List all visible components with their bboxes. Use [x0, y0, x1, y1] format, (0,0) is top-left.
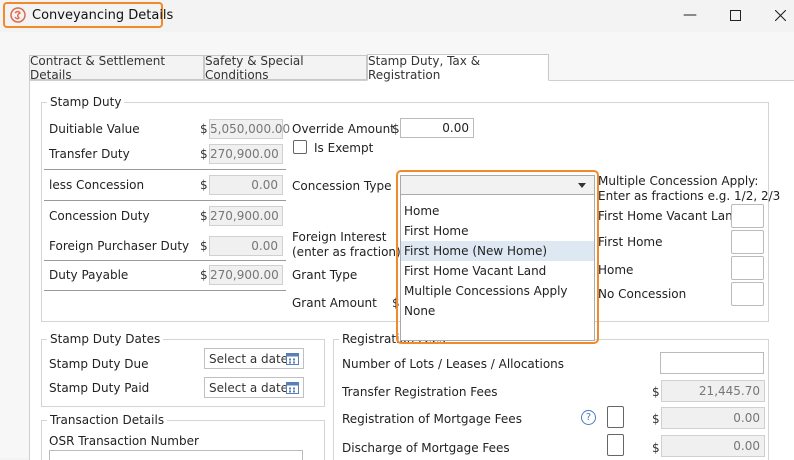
app-logo-icon: [10, 7, 26, 23]
currency-symbol: $: [200, 239, 208, 253]
date-placeholder: Select a date: [209, 352, 289, 366]
currency-symbol: $: [652, 412, 660, 426]
stamp-duty-due-label: Stamp Duty Due: [49, 357, 149, 371]
dutiable-value-field: 5,050,000.00: [209, 119, 290, 139]
concession-duty-field: 270,900.00: [209, 206, 283, 226]
mortgage-fees-checkbox[interactable]: [607, 406, 624, 428]
tab-stamp-duty[interactable]: Stamp Duty, Tax & Registration: [367, 54, 549, 82]
transfer-reg-fees-field: 21,445.70: [661, 380, 765, 402]
close-icon[interactable]: [770, 6, 790, 24]
currency-symbol: $: [200, 122, 208, 136]
is-exempt-checkbox[interactable]: [293, 140, 307, 154]
osr-transaction-input[interactable]: [49, 450, 303, 460]
mortgage-reg-fees-label: Registration of Mortgage Fees: [342, 412, 522, 426]
currency-symbol: $: [392, 122, 400, 136]
window-title: Conveyancing Details: [32, 8, 174, 23]
less-concession-field: 0.00: [209, 175, 283, 195]
is-exempt-label: Is Exempt: [314, 141, 374, 155]
divider: [44, 200, 286, 201]
multiple-concession-hint: Enter as fractions e.g. 1/2, 2/3: [598, 189, 781, 203]
calendar-icon[interactable]: [286, 352, 299, 365]
maximize-icon[interactable]: [725, 6, 745, 24]
lots-input[interactable]: [660, 352, 764, 374]
tab-safety-special[interactable]: Safety & Special Conditions: [204, 54, 367, 82]
stamp-duty-dates-title: Stamp Duty Dates: [47, 332, 164, 346]
transfer-duty-field: 270,900.00: [209, 144, 283, 164]
grant-amount-label: Grant Amount: [292, 296, 377, 310]
currency-symbol: $: [652, 441, 660, 455]
override-amount-label: Override Amount: [292, 122, 395, 136]
date-placeholder: Select a date: [209, 381, 289, 395]
discharge-fees-field: 0.00: [661, 435, 765, 457]
mc-no-concession-input[interactable]: [731, 282, 764, 306]
concession-type-label: Concession Type: [292, 179, 392, 193]
mc-home-input[interactable]: [731, 256, 764, 280]
mc-first-home-vacant-land-label: First Home Vacant Land: [598, 209, 741, 223]
stamp-duty-paid-datepicker[interactable]: Select a date: [204, 377, 304, 398]
foreign-purchaser-duty-field: 0.00: [209, 236, 283, 256]
divider: [44, 260, 286, 261]
help-icon[interactable]: ?: [581, 410, 596, 425]
duty-payable-label: Duty Payable: [49, 268, 129, 282]
foreign-interest-hint: (enter as fraction): [292, 245, 401, 259]
mc-first-home-label: First Home: [598, 235, 663, 249]
grant-type-label: Grant Type: [292, 268, 358, 282]
transfer-duty-label: Transfer Duty: [49, 147, 130, 161]
foreign-purchaser-duty-label: Foreign Purchaser Duty: [49, 239, 190, 253]
mc-no-concession-label: No Concession: [598, 287, 687, 301]
dropdown-highlight: [396, 170, 599, 344]
stamp-duty-due-datepicker[interactable]: Select a date: [204, 348, 304, 369]
concession-duty-label: Concession Duty: [49, 209, 150, 223]
less-concession-label: less Concession: [49, 178, 145, 192]
lots-label: Number of Lots / Leases / Allocations: [342, 357, 565, 371]
multiple-concession-label: Multiple Concession Apply:: [598, 174, 759, 188]
transaction-details-title: Transaction Details: [47, 413, 168, 427]
discharge-fees-label: Discharge of Mortgage Fees: [342, 441, 510, 455]
minimize-icon[interactable]: —: [680, 6, 700, 24]
currency-symbol: $: [200, 147, 208, 161]
transfer-reg-fees-label: Transfer Registration Fees: [342, 385, 498, 399]
currency-symbol: $: [200, 178, 208, 192]
currency-symbol: $: [200, 268, 208, 282]
divider: [44, 290, 286, 291]
mc-first-home-input[interactable]: [731, 230, 764, 254]
osr-transaction-label: OSR Transaction Number: [49, 434, 199, 448]
stamp-duty-paid-label: Stamp Duty Paid: [49, 381, 150, 395]
mortgage-reg-fees-field: 0.00: [661, 407, 765, 429]
mc-first-home-vacant-land-input[interactable]: [731, 204, 764, 228]
mc-home-label: Home: [598, 263, 634, 277]
currency-symbol: $: [652, 385, 660, 399]
stamp-duty-title: Stamp Duty: [47, 95, 125, 109]
currency-symbol: $: [200, 209, 208, 223]
calendar-icon[interactable]: [286, 381, 299, 394]
foreign-interest-label: Foreign Interest: [292, 230, 387, 244]
override-amount-input[interactable]: 0.00: [400, 118, 474, 138]
dutiable-value-label: Duitiable Value: [49, 122, 140, 136]
discharge-fees-checkbox[interactable]: [607, 434, 624, 456]
duty-payable-field: 270,900.00: [209, 265, 283, 285]
divider: [44, 169, 286, 170]
tab-contract-settlement[interactable]: Contract & Settlement Details: [29, 54, 204, 82]
